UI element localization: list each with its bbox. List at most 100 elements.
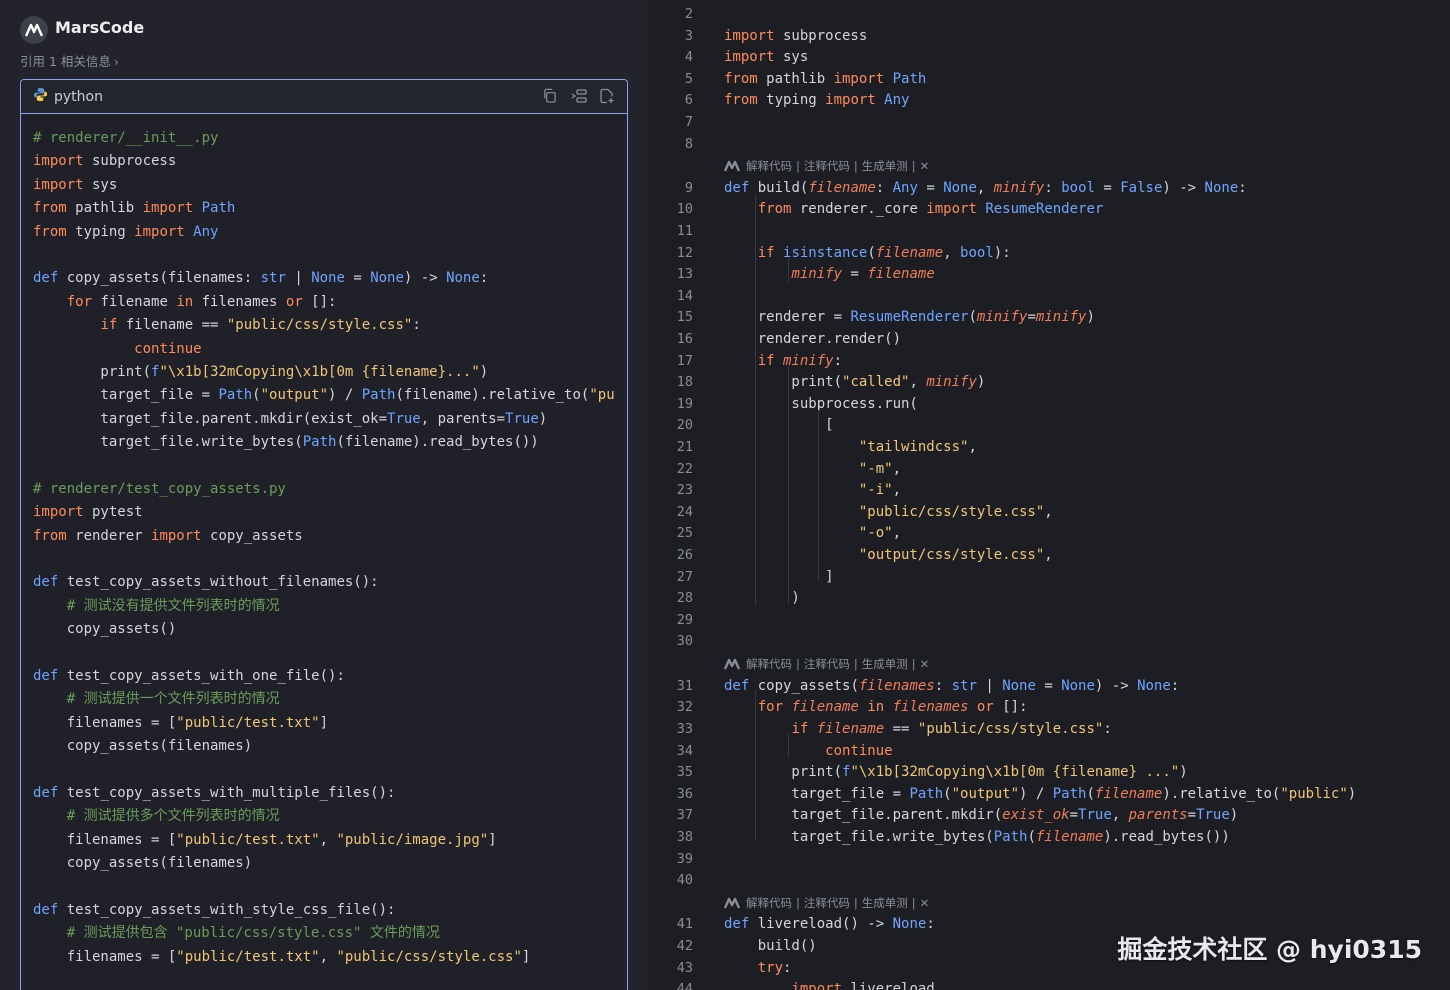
line-number: 15: [676, 309, 693, 326]
editor-line: 5 from pathlib import Path: [648, 69, 1450, 91]
line-code: "public/css/style.css",: [858, 503, 1053, 520]
line-number: 29: [676, 611, 693, 628]
code-block: python # renderer/__init__.pyimport subp…: [20, 79, 628, 990]
line-number: 2: [684, 6, 693, 22]
line-code: from renderer._core import ResumeRendere…: [757, 201, 1104, 218]
line-number: 23: [676, 482, 693, 499]
editor-line: 14: [648, 286, 1450, 308]
separator: |: [796, 657, 800, 672]
line-number: 36: [676, 785, 693, 802]
indent-guide: [788, 366, 789, 604]
unit-test-lens[interactable]: 生成单测: [862, 656, 908, 672]
line-number: 12: [676, 244, 693, 261]
comment-code-lens[interactable]: 注释代码: [804, 158, 850, 174]
editor-line: 13 minify = filename: [648, 264, 1450, 286]
explain-code-lens[interactable]: 解释代码: [746, 656, 792, 672]
code-line: def test_copy_assets_with_style_css_file…: [33, 901, 396, 918]
editor-line: 17 if minify:: [648, 351, 1450, 373]
line-number: 44: [676, 981, 693, 990]
line-code: from typing import Any: [724, 92, 910, 109]
editor-line: 33 if filename == "public/css/style.css"…: [648, 719, 1450, 741]
line-code: target_file = Path("output") / Path(file…: [724, 785, 1357, 802]
new-file-icon[interactable]: [599, 88, 615, 104]
line-code: def livereload() -> None:: [724, 916, 935, 933]
explain-code-lens[interactable]: 解释代码: [746, 895, 792, 911]
separator: |: [911, 159, 916, 174]
code-line: # 测试没有提供文件列表时的情况: [66, 597, 280, 614]
code-line: # 测试提供包含 "public/css/style.css" 文件的情况: [66, 925, 440, 942]
editor-line: 25 "-o",: [648, 523, 1450, 545]
marscode-logo-icon: [724, 897, 741, 909]
line-number: 8: [684, 135, 693, 152]
close-icon[interactable]: ✕: [920, 657, 930, 671]
code-line: # 测试提供多个文件列表时的情况: [66, 808, 280, 825]
code-block-header: python: [21, 80, 627, 114]
code-line: copy_assets(filenames): [33, 738, 253, 755]
copy-icon[interactable]: [542, 88, 558, 104]
editor-line: 27 ]: [648, 567, 1450, 589]
indent-guide: [788, 258, 789, 282]
unit-test-lens[interactable]: 生成单测: [862, 895, 908, 911]
line-number: 35: [676, 764, 693, 781]
line-number: 13: [676, 266, 693, 283]
code-line: copy_assets(): [33, 621, 177, 638]
code-line: # renderer/__init__.py: [33, 130, 219, 146]
editor-line: 20 [: [648, 415, 1450, 437]
close-icon[interactable]: ✕: [920, 896, 930, 910]
line-code: "-i",: [858, 482, 902, 499]
line-code: from pathlib import Path: [724, 70, 927, 87]
code-line: target_file.write_bytes(Path(filename).r…: [33, 434, 539, 451]
line-code: def copy_assets(filenames: str | None = …: [724, 677, 1180, 694]
line-code: "output/css/style.css",: [858, 547, 1053, 564]
line-number: 22: [676, 460, 693, 477]
code-line: import pytest: [33, 504, 143, 521]
unit-test-lens[interactable]: 生成单测: [862, 158, 908, 174]
line-number: 40: [676, 872, 693, 889]
code-line: filenames = ["public/test.txt"]: [33, 714, 329, 731]
code-line: target_file = Path("output") / Path(file…: [33, 387, 615, 404]
editor-line: 21 "tailwindcss",: [648, 437, 1450, 459]
references-link[interactable]: 引用 1 相关信息 ›: [20, 51, 119, 70]
marscode-logo-icon: [724, 160, 741, 172]
editor-line: 24 "public/css/style.css",: [648, 502, 1450, 524]
editor-line: 36 target_file = Path("output") / Path(f…: [648, 784, 1450, 806]
code-language-label: python: [54, 88, 103, 105]
line-code: def build(filename: Any = None, minify: …: [724, 179, 1247, 196]
code-line: from typing import Any: [33, 223, 219, 240]
editor-line: 15 renderer = ResumeRenderer(minify=mini…: [648, 307, 1450, 329]
close-icon[interactable]: ✕: [920, 159, 930, 173]
editor-line: 3 import subprocess: [648, 26, 1450, 48]
comment-code-lens[interactable]: 注释代码: [804, 895, 850, 911]
editor-line: 31 def copy_assets(filenames: str | None …: [648, 676, 1450, 698]
editor-line: 34 continue: [648, 741, 1450, 763]
editor-line: 19 subprocess.run(: [648, 394, 1450, 416]
editor-line: 23 "-i",: [648, 480, 1450, 502]
line-number: 19: [676, 395, 693, 412]
line-code: print("called", minify): [724, 374, 986, 391]
line-number: 32: [676, 699, 693, 716]
code-line: for filename in filenames or []:: [66, 293, 337, 310]
comment-code-lens[interactable]: 注释代码: [804, 656, 850, 672]
line-number: 10: [676, 201, 693, 218]
assistant-panel: MarsCode 引用 1 相关信息 › python # renderer/__…: [0, 0, 648, 990]
insert-icon[interactable]: [571, 88, 587, 104]
code-line: import subprocess: [33, 153, 177, 170]
code-lens: 解释代码 | 注释代码 | 生成单测 | ✕: [724, 895, 929, 911]
separator: |: [853, 895, 858, 910]
code-line: def test_copy_assets_without_filenames()…: [33, 574, 379, 591]
line-number: 14: [676, 287, 693, 304]
line-number: 20: [676, 417, 693, 434]
code-editor[interactable]: 2 3 import subprocess 4 import sys 5 from path…: [648, 0, 1450, 990]
line-number: 42: [676, 938, 693, 955]
chevron-right-icon: ›: [113, 54, 119, 69]
explain-code-lens[interactable]: 解释代码: [746, 158, 792, 174]
line-code: target_file.parent.mkdir(exist_ok=True, …: [724, 807, 1239, 824]
line-number: 27: [676, 568, 693, 585]
editor-line: 32 for filename in filenames or []:: [648, 697, 1450, 719]
editor-line: 28 ): [648, 588, 1450, 610]
editor-line: 35 print(f"\x1b[32mCopying\x1b[0m {filen…: [648, 762, 1450, 784]
editor-line: 18 print("called", minify): [648, 372, 1450, 394]
